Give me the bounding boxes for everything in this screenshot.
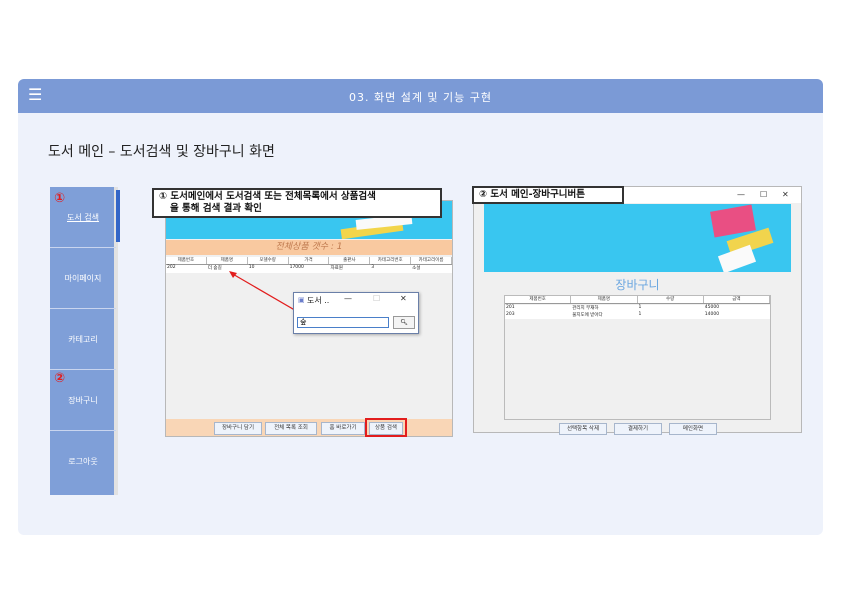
product-count: 전체상품 갯수 : 1 (166, 240, 452, 255)
sidebar-item-label: 로그아웃 (68, 456, 98, 466)
table-cell: 1 (638, 305, 642, 310)
search-button[interactable]: 🔍︎ (393, 316, 415, 329)
add-to-cart-button[interactable]: 장바구니 담기 (214, 422, 262, 435)
app-icon: ▣ (298, 296, 305, 304)
column-header[interactable]: 제품번호 (505, 296, 572, 303)
search-input[interactable]: 숲 (297, 317, 389, 328)
divider (50, 369, 116, 370)
table-cell: 3 (371, 265, 375, 270)
table-cell: 1 (638, 312, 642, 317)
column-header[interactable]: 가격 (289, 257, 330, 264)
cart-title: 장바구니 (615, 278, 660, 292)
table-cell: 물지도에 받아다 (572, 313, 603, 318)
sidebar-item-label: 도서 검색 (67, 212, 99, 222)
sidebar-item-mypage[interactable]: 마이페이지 (50, 249, 116, 307)
search-icon: 🔍︎ (400, 319, 408, 326)
column-header[interactable]: 수량 (638, 296, 704, 303)
table-cell: 202 (167, 265, 176, 270)
sidebar-item-label: 마이페이지 (64, 273, 102, 283)
table-cell: 203 (506, 312, 515, 317)
search-dialog: ▣ 도서 .. — ☐ ✕ 숲 🔍︎ (293, 292, 419, 334)
close-icon[interactable]: ✕ (400, 294, 407, 303)
divider (50, 430, 116, 431)
header-bar: ☰ 03. 화면 설계 및 기능 구현 (18, 79, 823, 113)
table-row[interactable]: 201 관리지 부재하 1 45000 (505, 305, 770, 312)
go-home-button[interactable]: 홈 바로가기 (321, 422, 365, 435)
caption-line: ① 도서메인에서 도서검색 또는 전체목록에서 상품검색 (159, 191, 376, 202)
sidebar-item-category[interactable]: 카테고리 (50, 310, 116, 368)
header-title: 03. 화면 설계 및 기능 구현 (348, 91, 493, 104)
sidebar-item-label: 카테고리 (68, 334, 98, 344)
table-cell: 45000 (704, 305, 720, 310)
table-cell: 자료원 (330, 266, 343, 271)
column-header[interactable]: 카테고리번호 (370, 257, 412, 264)
checkout-button[interactable]: 결제하기 (614, 423, 662, 435)
column-header[interactable]: 금액 (704, 296, 770, 303)
sidebar-item-label: 장바구니 (68, 395, 98, 405)
delete-selected-button[interactable]: 선택항목 삭제 (559, 423, 607, 435)
dialog-title: 도서 .. (307, 296, 330, 305)
view-all-button[interactable]: 전체 목록 조회 (265, 422, 317, 435)
cart-screen: — ☐ ✕ 장바구니 제품번호 제품명 수량 금액 201 관리지 부재하 1 … (473, 186, 802, 435)
marker-one: ① (54, 191, 66, 206)
table-header: 제품번호 제품명 모델수량 가격 출판사 카테고리번호 카테고리이름 (166, 257, 453, 265)
minimize-icon[interactable]: — (344, 294, 352, 303)
column-header[interactable]: 모델수량 (248, 257, 289, 264)
divider (50, 247, 116, 248)
sidebar-item-logout[interactable]: 로그아웃 (50, 432, 116, 490)
maximize-icon[interactable]: ☐ (760, 190, 767, 199)
highlight-box (365, 418, 407, 437)
caption-line: 을 통해 검색 결과 확인 (170, 203, 262, 214)
table-cell: 관리지 부재하 (572, 306, 599, 311)
book-image (710, 204, 756, 238)
table-cell: 14000 (704, 312, 720, 317)
maximize-icon[interactable]: ☐ (373, 294, 380, 303)
active-indicator (116, 190, 120, 242)
table-cell: 소설 (412, 266, 421, 271)
caption-cart: ② 도서 메인-장바구니버튼 (472, 186, 624, 204)
banner-image (484, 204, 791, 272)
column-header[interactable]: 카테고리이름 (411, 257, 453, 264)
marker-two: ② (54, 371, 66, 386)
column-header[interactable]: 출판사 (329, 257, 371, 264)
divider (50, 308, 116, 309)
page-title: 도서 메인 – 도서검색 및 장바구니 화면 (48, 144, 275, 160)
column-header[interactable]: 제품번호 (166, 257, 207, 264)
table-header: 제품번호 제품명 수량 금액 (505, 296, 770, 304)
sidebar: 도서 검색 마이페이지 카테고리 장바구니 로그아웃 (50, 187, 120, 495)
minimize-icon[interactable]: — (737, 190, 745, 199)
column-header[interactable]: 제품명 (571, 296, 638, 303)
table-row[interactable]: 203 물지도에 받아다 1 14000 (505, 312, 770, 319)
close-icon[interactable]: ✕ (782, 190, 789, 199)
table-cell: 201 (506, 305, 515, 310)
slide: ☰ 03. 화면 설계 및 기능 구현 도서 메인 – 도서검색 및 장바구니 … (18, 79, 823, 535)
cart-table: 제품번호 제품명 수량 금액 201 관리지 부재하 1 45000 203 물… (504, 295, 771, 420)
column-header[interactable]: 제품명 (207, 257, 248, 264)
book-image (717, 244, 757, 272)
caption-search: ① 도서메인에서 도서검색 또는 전체목록에서 상품검색 을 통해 검색 결과 … (152, 188, 442, 218)
main-screen-button[interactable]: 메인화면 (669, 423, 717, 435)
